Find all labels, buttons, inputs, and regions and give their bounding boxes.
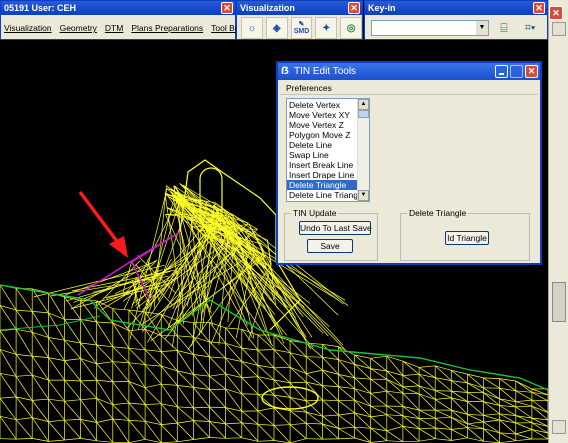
list-scrollbar[interactable]: ▲ ▼ — [357, 99, 369, 201]
keyin-options-icon[interactable]: ⌗▾ — [517, 20, 543, 36]
keyin-browse-icon[interactable]: ⌸ — [495, 20, 513, 36]
scroll-up-button[interactable] — [552, 22, 566, 36]
scroll-thumb[interactable] — [358, 110, 369, 118]
visualization-toolbar: Visualization ✕ ☼ ◈ ✎ SMD ✦ ◎ — [236, 0, 363, 40]
scroll-down-button[interactable] — [552, 420, 566, 434]
menu-plans-preparations[interactable]: Plans Preparations — [131, 23, 203, 33]
visualization-title: Visualization — [237, 1, 362, 15]
save-button[interactable]: Save — [307, 239, 353, 253]
undo-to-last-save-button[interactable]: Undo To Last Save — [299, 221, 372, 235]
view-vertical-scrollbar[interactable] — [548, 0, 568, 443]
menu-bar: Visualization Geometry DTM Plans Prepara… — [1, 15, 253, 41]
menu-divider — [280, 94, 538, 95]
minimize-icon[interactable] — [495, 65, 508, 78]
render-settings-icon[interactable]: ◈ — [265, 17, 288, 39]
close-icon[interactable]: ✕ — [533, 2, 545, 14]
lights-icon[interactable]: ✦ — [315, 17, 338, 39]
render-icon[interactable]: ☼ — [241, 17, 263, 39]
menu-geometry[interactable]: Geometry — [60, 23, 97, 33]
tin-update-label: TIN Update — [291, 208, 339, 218]
red-arrow-annotation — [78, 190, 128, 258]
scroll-up-button[interactable]: ▲ — [358, 99, 369, 110]
menu-dtm[interactable]: DTM — [105, 23, 123, 33]
maximize-icon[interactable] — [510, 65, 523, 78]
view-search-icon[interactable]: ◎ — [340, 17, 362, 39]
main-window-title: 05191 User: CEH — [1, 1, 235, 15]
delete-triangle-group: Delete Triangle Id Triangle — [400, 208, 530, 261]
keyin-window: Key-in ✕ ▼ ⌸ ⌗▾ — [364, 0, 548, 40]
close-icon[interactable]: ✕ — [348, 2, 360, 14]
keyin-title: Key-in — [365, 1, 547, 15]
smd-label: SMD — [293, 28, 310, 35]
tin-edit-tools-dialog: TIN Edit Tools ẞ ✕ Preferences Delete Ve… — [276, 61, 542, 265]
close-icon[interactable]: ✕ — [549, 6, 563, 20]
scroll-thumb[interactable] — [552, 282, 566, 322]
app-icon: ẞ — [281, 65, 289, 77]
edit-tools-list[interactable]: Delete Vertex Move Vertex XY Move Vertex Z… — [286, 98, 370, 202]
id-triangle-button[interactable]: Id Triangle — [445, 231, 489, 245]
preferences-menu[interactable]: Preferences — [286, 83, 332, 93]
tin-update-group: TIN Update Undo To Last Save Save — [284, 208, 378, 261]
close-icon[interactable]: ✕ — [525, 65, 538, 78]
keyin-input[interactable]: ▼ — [371, 20, 489, 36]
scroll-down-button[interactable]: ▼ — [358, 190, 369, 201]
smd-icon[interactable]: ✎ SMD — [290, 17, 313, 39]
chevron-down-icon[interactable]: ▼ — [476, 21, 488, 35]
main-menu-window: 05191 User: CEH ✕ Visualization Geometry… — [0, 0, 253, 41]
menu-visualization[interactable]: Visualization — [4, 23, 52, 33]
delete-triangle-label: Delete Triangle — [407, 208, 469, 218]
close-icon[interactable]: ✕ — [221, 2, 233, 14]
